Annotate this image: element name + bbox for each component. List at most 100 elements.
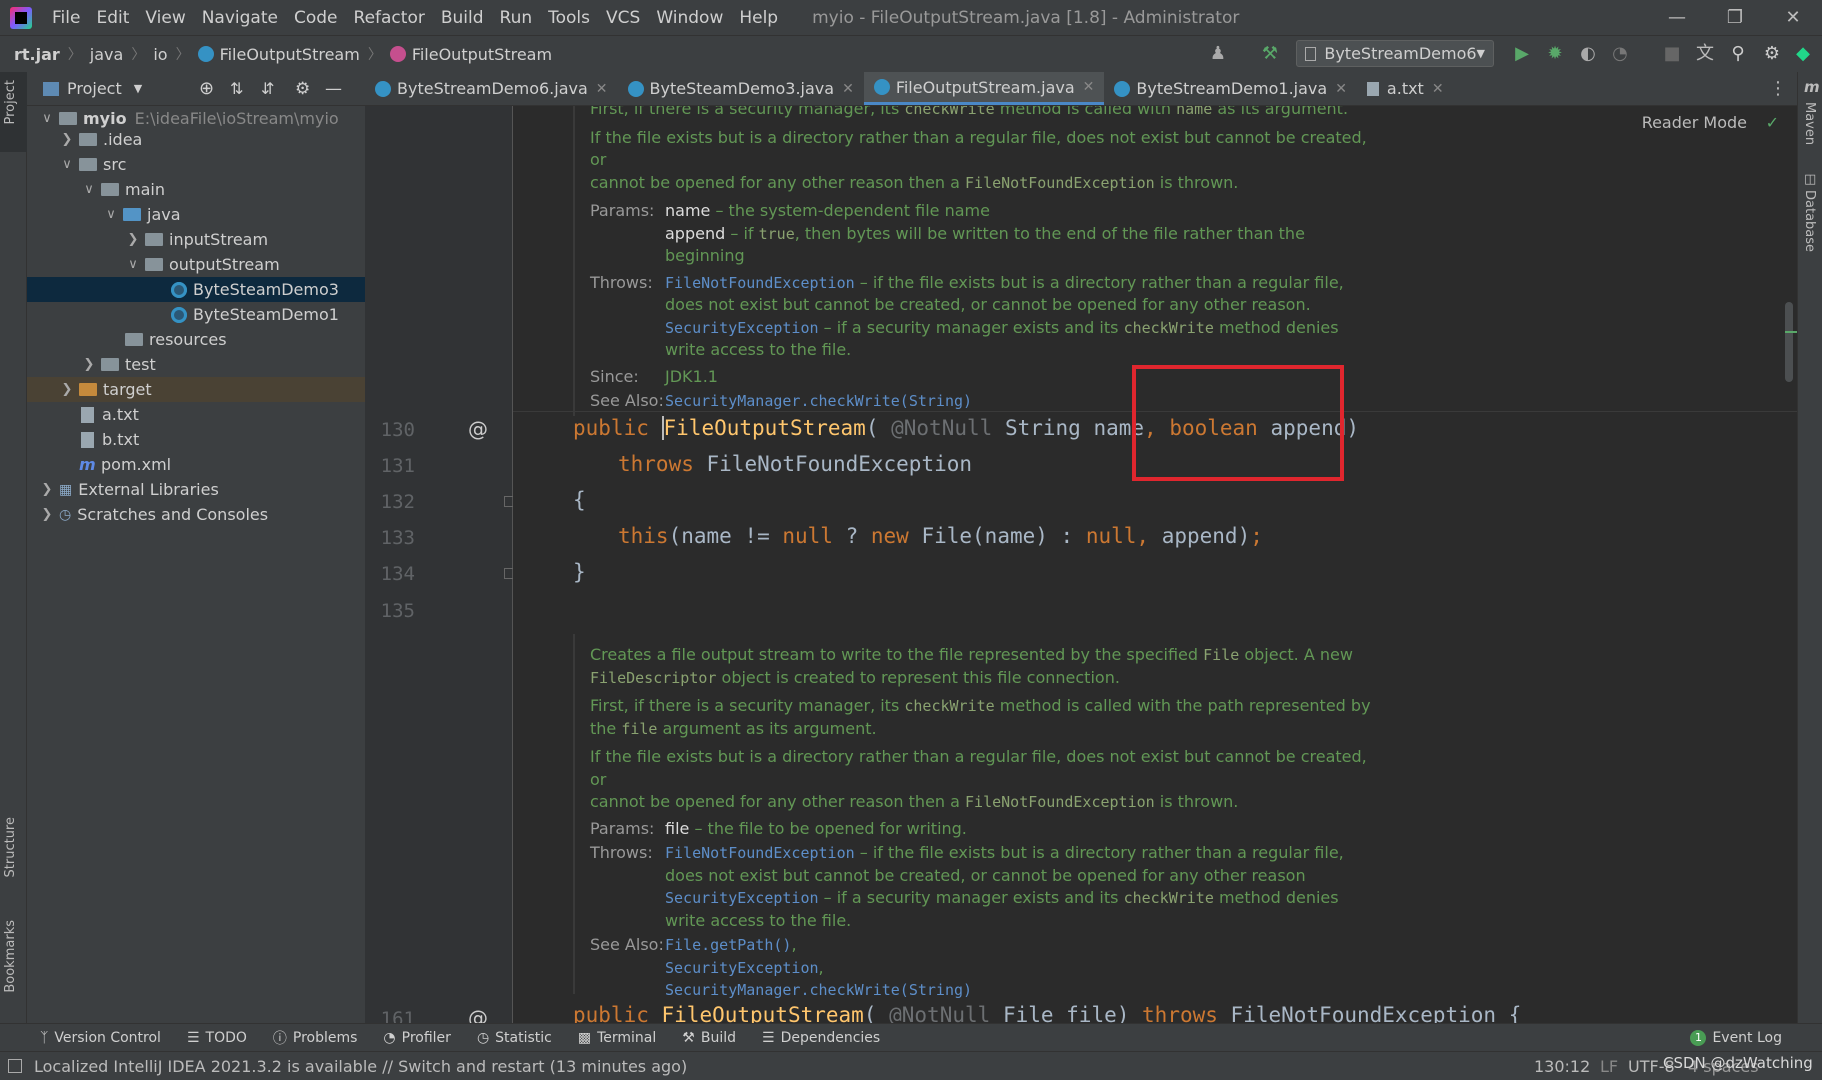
doc-link[interactable]: SecurityException (665, 889, 819, 907)
tree-item-idea[interactable]: ❯ .idea (27, 127, 365, 152)
project-tool-button[interactable]: Project (3, 80, 18, 124)
line-separator[interactable]: LF (1600, 1057, 1618, 1076)
error-stripe-mark[interactable] (1785, 331, 1797, 333)
code-editor[interactable]: Reader Mode ✓ First, if there is a secur… (513, 106, 1797, 1023)
run-icon[interactable]: ▶ (1512, 44, 1532, 64)
tree-item-target[interactable]: ❯ target (27, 377, 365, 402)
breadcrumb-java[interactable]: java (90, 45, 124, 64)
tree-item-b-txt[interactable]: b.txt (27, 427, 365, 452)
chevron-down-icon[interactable]: ∨ (59, 157, 75, 172)
coverage-icon[interactable]: ◐ (1578, 44, 1598, 64)
breadcrumb-class[interactable]: FileOutputStream (220, 45, 360, 64)
chevron-right-icon[interactable]: ❯ (81, 357, 97, 372)
menu-view[interactable]: View (137, 8, 193, 28)
tab-bytestreamdemo6[interactable]: ByteStreamDemo6.java ✕ (365, 72, 618, 105)
chevron-right-icon[interactable]: ❯ (59, 132, 75, 147)
close-icon[interactable]: ✕ (1764, 0, 1822, 35)
collapse-all-icon[interactable]: ⇵ (261, 79, 274, 98)
tree-item-bytesteamdemo3[interactable]: ByteSteamDemo3 (27, 277, 365, 302)
tab-fileoutputstream[interactable]: FileOutputStream.java ✕ (863, 72, 1105, 105)
code-line-161[interactable]: public FileOutputStream( @NotNull File f… (573, 1003, 1521, 1023)
close-icon[interactable]: ✕ (1335, 81, 1347, 97)
chevron-down-icon[interactable]: ∨ (125, 257, 141, 272)
menu-refactor[interactable]: Refactor (346, 8, 433, 28)
menu-file[interactable]: File (44, 8, 88, 28)
doc-link[interactable]: SecurityManager.checkWrite(String) (665, 981, 972, 999)
status-message[interactable]: Localized IntelliJ IDEA 2021.3.2 is avai… (34, 1057, 687, 1076)
reader-mode-button[interactable]: Reader Mode (1642, 113, 1747, 132)
chevron-down-icon[interactable]: ∨ (103, 207, 119, 222)
project-panel-title[interactable]: Project (67, 79, 122, 98)
bookmarks-tool-button[interactable]: Bookmarks (3, 920, 18, 993)
terminal-tab[interactable]: ▩ Terminal (578, 1030, 656, 1046)
hammer-icon[interactable]: ⚒ (1260, 44, 1280, 64)
plugin-icon[interactable]: ◆ (1793, 44, 1813, 64)
tree-item-scratches[interactable]: ❯ ◷ Scratches and Consoles (27, 502, 365, 527)
hide-icon[interactable]: — (325, 79, 342, 99)
settings-icon[interactable]: ⚙ (295, 79, 310, 99)
gear-icon[interactable]: ⚙ (1762, 44, 1782, 64)
search-icon[interactable]: ⚲ (1728, 44, 1748, 64)
close-icon[interactable]: ✕ (842, 81, 854, 97)
doc-link[interactable]: FileNotFoundException (665, 844, 855, 862)
tree-item-java[interactable]: ∨ java (27, 202, 365, 227)
expand-all-icon[interactable]: ⇅ (230, 79, 243, 98)
tree-item-resources[interactable]: resources (27, 327, 365, 352)
menu-navigate[interactable]: Navigate (194, 8, 286, 28)
chevron-right-icon[interactable]: ❯ (39, 507, 55, 522)
code-line-134[interactable]: } (573, 560, 586, 584)
tab-a-txt[interactable]: a.txt ✕ (1357, 72, 1454, 105)
chevron-right-icon[interactable]: ❯ (39, 482, 55, 497)
chevron-right-icon[interactable]: ❯ (125, 232, 141, 247)
close-icon[interactable]: ✕ (596, 81, 608, 97)
profile-icon[interactable]: ◔ (1610, 44, 1630, 64)
tree-item-inputstream[interactable]: ❯ inputStream (27, 227, 365, 252)
minimize-icon[interactable]: — (1648, 0, 1706, 35)
debug-icon[interactable]: ✹ (1545, 44, 1565, 64)
todo-tab[interactable]: ☰ TODO (187, 1030, 247, 1046)
scrollbar-thumb[interactable] (1785, 302, 1793, 382)
tree-item-main[interactable]: ∨ main (27, 177, 365, 202)
locate-icon[interactable]: ⊕ (199, 78, 214, 99)
run-config-select[interactable]: ByteStreamDemo6 ▼ (1296, 40, 1494, 67)
close-icon[interactable]: ✕ (1083, 79, 1095, 95)
chevron-down-icon[interactable]: ∨ (39, 111, 55, 126)
doc-link[interactable]: SecurityException (665, 959, 819, 977)
tab-bytesteamdemo3[interactable]: ByteSteamDemo3.java ✕ (618, 72, 864, 105)
doc-link[interactable]: FileNotFoundException (665, 274, 855, 292)
menu-build[interactable]: Build (433, 8, 492, 28)
menu-tools[interactable]: Tools (540, 8, 598, 28)
statistic-tab[interactable]: ◷ Statistic (477, 1030, 552, 1046)
tree-item-outputstream[interactable]: ∨ outputStream (27, 252, 365, 277)
doc-link[interactable]: File.getPath() (665, 936, 791, 954)
user-icon[interactable]: ♟ (1208, 44, 1228, 64)
tree-item-src[interactable]: ∨ src (27, 152, 365, 177)
structure-tool-button[interactable]: Structure (3, 817, 18, 877)
chevron-right-icon[interactable]: ❯ (59, 382, 75, 397)
menu-code[interactable]: Code (286, 8, 346, 28)
code-line-133[interactable]: this(name != null ? new File(name) : nul… (618, 524, 1263, 548)
menu-edit[interactable]: Edit (88, 8, 137, 28)
profiler-tab[interactable]: ◔ Profiler (383, 1030, 451, 1046)
code-line-132[interactable]: { (573, 488, 586, 512)
menu-window[interactable]: Window (648, 8, 731, 28)
tree-item-a-txt[interactable]: a.txt (27, 402, 365, 427)
breadcrumb-io[interactable]: io (153, 45, 167, 64)
stop-icon[interactable]: ■ (1662, 44, 1682, 64)
event-log-tab[interactable]: 1 Event Log (1690, 1029, 1782, 1046)
maven-tool-button[interactable]: Maven (1802, 102, 1817, 145)
problems-tab[interactable]: ⓘ Problems (273, 1028, 358, 1048)
doc-link[interactable]: SecurityManager.checkWrite(String) (665, 390, 972, 413)
code-line-131[interactable]: throws FileNotFoundException (618, 452, 972, 476)
database-tool-button[interactable]: Database (1802, 190, 1817, 252)
caret-position[interactable]: 130:12 (1534, 1057, 1590, 1076)
more-tabs-icon[interactable]: ⋮ (1769, 78, 1787, 99)
menu-vcs[interactable]: VCS (598, 8, 648, 28)
menu-run[interactable]: Run (492, 8, 541, 28)
dependencies-tab[interactable]: ☰ Dependencies (762, 1030, 880, 1046)
override-marker-icon[interactable]: @ (468, 417, 488, 441)
tree-item-test[interactable]: ❯ test (27, 352, 365, 377)
doc-link[interactable]: SecurityException (665, 319, 819, 337)
menu-help[interactable]: Help (731, 8, 786, 28)
chevron-down-icon[interactable]: ▼ (134, 82, 142, 95)
